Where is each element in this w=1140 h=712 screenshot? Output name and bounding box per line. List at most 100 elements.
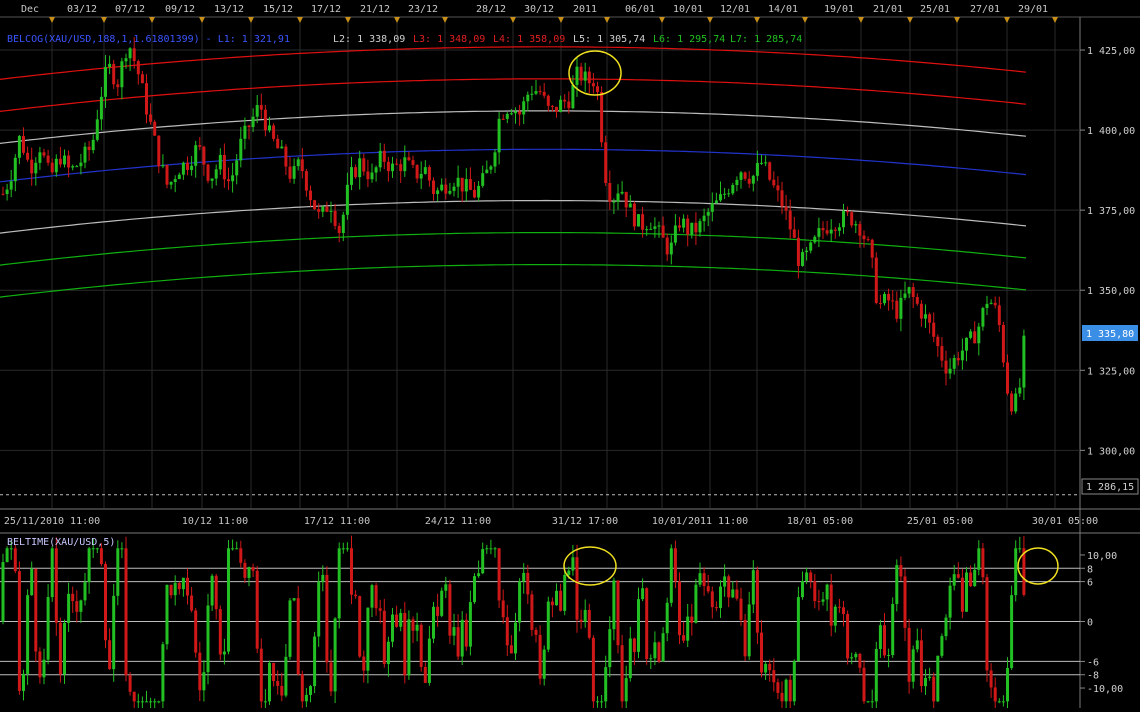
candle-body	[284, 146, 288, 167]
osc-bar	[538, 634, 542, 679]
chart-window: Dec 03/12 07/12 09/12 13/12 15/12 17/12 21/12 23…	[0, 0, 1140, 712]
osc-bar	[944, 617, 948, 637]
top-date-label: 13/12	[214, 4, 244, 15]
candle-body	[386, 161, 390, 172]
osc-bar	[38, 651, 42, 678]
indicator-legend-l6: L6: 1 295,74	[653, 34, 725, 45]
candle-body	[145, 83, 148, 115]
candle-body	[91, 139, 95, 151]
candle-body	[534, 91, 538, 94]
osc-bar	[866, 701, 870, 703]
osc-bar	[181, 577, 185, 590]
osc-bar	[993, 687, 997, 702]
osc-bar	[641, 588, 645, 600]
osc-bar	[1018, 548, 1022, 550]
osc-bar	[727, 576, 731, 598]
candle-body	[571, 84, 575, 109]
osc-bar	[354, 594, 358, 597]
candle-body	[149, 114, 153, 122]
candle-body	[177, 174, 181, 180]
osc-bar	[546, 601, 550, 650]
osc-bar	[698, 573, 702, 585]
osc-bar	[493, 548, 497, 550]
candle-body	[505, 113, 509, 119]
osc-bar	[333, 618, 337, 692]
candle-body	[895, 300, 899, 319]
time-axis-label: 10/01/2011 11:00	[652, 516, 748, 527]
candle-body	[13, 157, 17, 182]
candle-body	[17, 135, 21, 158]
candle-body	[768, 162, 772, 180]
osc-bar	[34, 568, 38, 652]
candle-body	[423, 167, 427, 174]
osc-bar	[760, 632, 763, 673]
osc-bar	[960, 577, 964, 612]
dashed-level-label: 1 286,15	[1086, 482, 1134, 493]
osc-bar	[194, 610, 198, 653]
osc-bar	[395, 614, 399, 627]
osc-bar	[386, 641, 390, 665]
osc-bar	[825, 584, 829, 600]
time-axis-label: 31/12 17:00	[552, 516, 618, 527]
osc-bar	[374, 585, 378, 609]
candle-body	[657, 225, 661, 227]
osc-bar	[608, 629, 612, 668]
candle-body	[997, 305, 1001, 325]
date-marker-icon	[558, 17, 564, 23]
osc-bar	[542, 649, 546, 679]
candle-body	[104, 67, 107, 97]
candle-body	[268, 125, 271, 131]
candle-body	[989, 302, 993, 304]
osc-bar	[645, 588, 649, 659]
date-marker-icon	[394, 17, 400, 23]
candle-body	[542, 91, 546, 96]
candle-body	[661, 225, 665, 238]
date-marker-icon	[345, 17, 351, 23]
date-marker-icon	[248, 17, 254, 23]
osc-bar	[846, 614, 850, 659]
osc-bar	[22, 673, 25, 691]
osc-bar	[280, 685, 284, 696]
osc-bar	[325, 574, 329, 663]
candle-body	[891, 300, 895, 302]
osc-bar	[878, 625, 882, 649]
candle-body	[698, 221, 702, 233]
osc-bar	[83, 582, 87, 601]
candle-body	[1006, 362, 1009, 394]
osc-bar	[50, 548, 54, 598]
osc-bar	[71, 593, 75, 602]
candle-body	[653, 226, 657, 229]
candle-body	[924, 314, 927, 319]
osc-bar	[276, 681, 280, 686]
candle-body	[850, 212, 854, 226]
osc-bar	[522, 572, 526, 582]
osc-bar	[587, 609, 591, 638]
chart-canvas: Dec 03/12 07/12 09/12 13/12 15/12 17/12 21/12 23…	[0, 4, 1140, 712]
candle-body	[222, 154, 226, 180]
candle-body	[514, 111, 517, 114]
candle-body	[1010, 393, 1014, 412]
candle-body	[153, 121, 157, 136]
candle-body	[616, 193, 620, 202]
candle-body	[501, 118, 505, 120]
candle-body	[136, 61, 140, 75]
osc-bar	[784, 679, 788, 702]
candle-body	[411, 160, 415, 165]
osc-y-tick-label: 8	[1087, 564, 1093, 575]
osc-bar	[829, 584, 833, 626]
osc-bar	[637, 599, 640, 652]
candle-body	[464, 179, 468, 192]
osc-bar	[415, 624, 419, 631]
osc-bar	[485, 548, 489, 550]
chart-frame	[0, 16, 1140, 708]
y-tick-label: 1 325,00	[1087, 366, 1135, 377]
osc-bar	[751, 570, 755, 605]
candle-body	[87, 146, 91, 151]
osc-bar	[632, 638, 636, 652]
candle-body	[591, 83, 595, 87]
osc-bar	[202, 672, 206, 691]
osc-bar	[813, 581, 817, 602]
date-marker-icon	[101, 17, 107, 23]
osc-bar	[526, 572, 530, 595]
candle-body	[165, 165, 169, 185]
